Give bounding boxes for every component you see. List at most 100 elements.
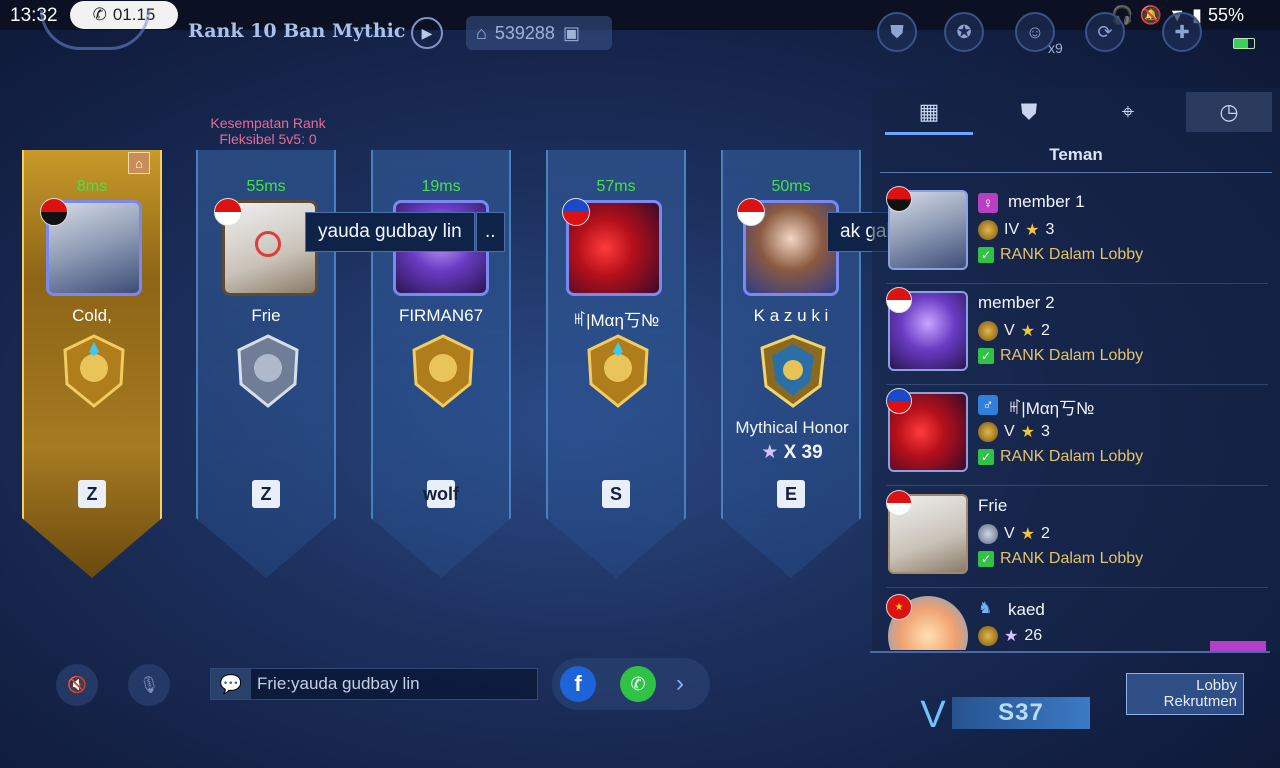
friend-rank-stars: 2 (1041, 525, 1050, 542)
season-label[interactable]: S37 (952, 697, 1090, 729)
host-home-icon: ⌂ (128, 152, 150, 174)
battery-icon (1233, 38, 1255, 49)
friend-rank-stars: 26 (1024, 627, 1043, 644)
role-icon: E (777, 480, 805, 508)
friend-name: Frie (978, 496, 1008, 515)
role-icon: wolf (423, 480, 459, 508)
chat-bubble: yauda gudbay lin (305, 212, 475, 252)
flag-indonesia-icon (886, 490, 912, 516)
tab-shield-icon[interactable]: ⛊ (989, 92, 1069, 132)
check-icon: ✓ (978, 449, 994, 465)
chat-bubble-overflow: .. (476, 212, 505, 252)
flag-china-icon: ★ (886, 594, 912, 620)
pet-icon: ♞ (978, 600, 993, 617)
player-slot-1[interactable]: ⌂ 8ms Cold, Z (22, 150, 162, 578)
whatsapp-icon[interactable]: ✆ (620, 666, 656, 702)
friend-rank: ★ 26 (978, 626, 1042, 646)
player-slot-4[interactable]: 57ms ꎭ|Mαη丂№ S (546, 150, 686, 578)
ban-icon (255, 231, 281, 257)
mythical-honor-badge-icon (760, 334, 826, 408)
friend-rank-tier: V (1004, 525, 1015, 542)
star-icon: ★ (1020, 323, 1036, 340)
friend-rank: V ★ 2 (978, 321, 1050, 341)
flag-indonesia-icon (214, 198, 242, 226)
network-icon[interactable]: ⟳ (1085, 12, 1125, 52)
recruit-line1: Lobby (1196, 677, 1237, 694)
rank-chance-line2: Fleksibel 5v5: 0 (219, 131, 317, 147)
facebook-icon[interactable]: f (560, 666, 596, 702)
friend-item[interactable]: ♂ ꎭ|Mαη丂№ V ★ 3 ✓ RANK Dalam Lobby (886, 386, 1268, 486)
check-icon: ✓ (978, 348, 994, 364)
rank-badge-icon (978, 422, 998, 442)
player-name: FIRMAN67 (398, 306, 484, 325)
flag-philippines-icon (886, 388, 912, 414)
friend-item[interactable]: member 2 V ★ 2 ✓ RANK Dalam Lobby (886, 285, 1268, 385)
flag-angola-icon (40, 198, 68, 226)
friend-rank-stars: 2 (1041, 322, 1050, 339)
lobby-recruit-button[interactable]: Lobby Rekrutmen (1126, 673, 1244, 715)
friend-rank-tier: IV (1004, 221, 1020, 238)
shield-icon[interactable]: ⛊ (877, 12, 917, 52)
battery-percent: 55% (1207, 5, 1244, 25)
tab-history-icon[interactable]: ◷ (1189, 92, 1269, 132)
friend-status-text: RANK Dalam Lobby (1000, 347, 1144, 364)
check-icon: ✓ (978, 247, 994, 263)
slot-ping: 55ms (246, 178, 286, 195)
friend-status-text: RANK Dalam Lobby (1000, 448, 1144, 465)
mute-icon: 🔕 (1139, 5, 1163, 25)
chevron-right-icon[interactable]: › (676, 670, 684, 698)
recruit-line2: Rekrutmen (1163, 693, 1237, 710)
friend-name: ꎭ|Mαη丂№ (1008, 399, 1095, 418)
friend-status-text: RANK Dalam Lobby (1000, 550, 1144, 567)
friend-status: ✓ RANK Dalam Lobby (978, 347, 1143, 365)
divider (870, 651, 1270, 653)
slot-ping: 57ms (596, 178, 636, 195)
chat-bubble-text: yauda gudbay lin (318, 221, 462, 242)
male-icon: ♂ (978, 395, 998, 415)
mode-title: Rank 10 Ban Mythic (188, 20, 406, 42)
friend-count: x9 (1048, 40, 1063, 56)
tab-location-icon[interactable]: ⌖ (1088, 92, 1168, 132)
back-icon[interactable] (40, 10, 150, 50)
chat-box[interactable]: 💬 Frie:yauda gudbay lin (210, 668, 538, 700)
tab-grid-icon[interactable]: ▦ (889, 92, 969, 132)
friend-item[interactable]: Frie V ★ 2 ✓ RANK Dalam Lobby (886, 488, 1268, 588)
room-id: 539288 (494, 22, 555, 43)
flag-philippines-icon (562, 198, 590, 226)
star-icon: ★ (1020, 424, 1036, 441)
slot-ping: 8ms (76, 178, 108, 195)
player-name: Cold, (72, 306, 112, 325)
tab-underline (885, 132, 973, 135)
friend-item[interactable]: ♀ member 1 IV ★ 3 ✓ RANK Dalam Lobby (886, 184, 1268, 284)
friend-rank: V ★ 2 (978, 524, 1050, 544)
mic-mute-icon[interactable]: 🎙 (128, 664, 170, 706)
star-icon: ★ (1020, 526, 1036, 543)
friend-status: ✓ RANK Dalam Lobby (978, 246, 1143, 264)
chat-last-message: Frie:yauda gudbay lin (257, 674, 420, 693)
flag-angola-icon (886, 186, 912, 212)
gallery-icon: ▣ (562, 22, 580, 43)
room-id-box[interactable]: ⌂ 539288 ▣ (466, 16, 612, 50)
rank-badge-icon (978, 524, 998, 544)
friend-name: member 1 (1008, 192, 1085, 211)
rank-stars: ★ X 39 (720, 441, 864, 464)
player-name: K a z u k i (753, 306, 829, 325)
rank-chance: Kesempatan Rank Fleksibel 5v5: 0 (196, 115, 340, 147)
friend-rank: V ★ 3 (978, 422, 1050, 442)
friend-rank-tier: V (1004, 322, 1015, 339)
player-name: ꎭ|Mαη丂№ (572, 311, 660, 330)
speaker-mute-icon[interactable]: 🔇 (56, 664, 98, 706)
flag-indonesia-icon (886, 287, 912, 313)
flag-icon[interactable]: ✚ (1162, 12, 1202, 52)
friend-status-text: RANK Dalam Lobby (1000, 246, 1144, 263)
squad-icon[interactable]: ✪ (944, 12, 984, 52)
check-icon: ✓ (978, 551, 994, 567)
chat-icon[interactable]: 💬 (211, 669, 251, 699)
rank-badge-icon (978, 626, 998, 646)
play-icon[interactable]: ▶ (411, 17, 443, 49)
rank-badge-icon (63, 334, 125, 408)
panel-title: Teman (1049, 145, 1103, 164)
role-icon: Z (78, 480, 106, 508)
rank-label: Mythical Honor (735, 418, 849, 437)
female-icon: ♀ (978, 193, 998, 213)
